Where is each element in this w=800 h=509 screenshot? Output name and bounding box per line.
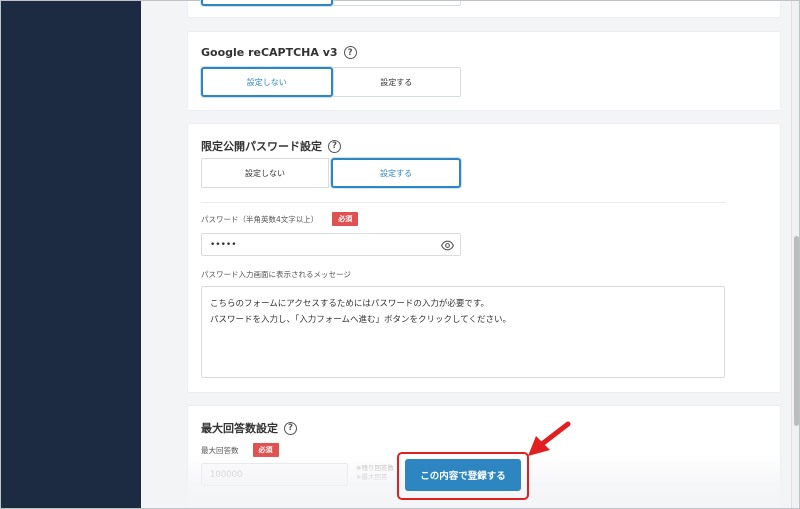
max-answers-label-row: 最大回答数 必須 [201,443,279,457]
message-label-row: パスワード入力画面に表示されるメッセージ [201,269,351,280]
max-answers-title: 最大回答数設定 [201,422,278,435]
remaining-note-line-2: ※最大回答 [356,473,388,481]
help-icon[interactable]: ? [328,139,341,153]
scrollbar-thumb[interactable] [794,236,799,426]
password-input[interactable]: ••••• [201,233,461,256]
help-icon[interactable]: ? [284,421,297,435]
message-label: パスワード入力画面に表示されるメッセージ [201,270,351,279]
max-answers-label: 最大回答数 [201,445,239,455]
message-line-2: パスワードを入力し、「入力フォームへ進む」ボタンをクリックしてください。 [210,315,511,325]
recaptcha-title: Google reCAPTCHA v3 [201,46,338,59]
main-content: Google reCAPTCHA v3 ? 設定しない 設定する 限定公開パスワ… [141,0,791,509]
password-label-row: パスワード（半角英数4文字以上） 必須 [201,212,359,226]
required-badge: 必須 [252,443,279,457]
remaining-note: ※残り回答数 ※最大回答 [356,464,394,482]
limited-password-title-row: 限定公開パスワード設定 ? [201,138,341,154]
recaptcha-segment-control: 設定しない 設定する [201,67,461,97]
eye-icon[interactable] [441,239,454,252]
recaptcha-option-on[interactable]: 設定する [332,67,461,97]
top-segment-option-right[interactable] [332,0,461,6]
remaining-note-line-1: ※残り回答数 [356,464,394,472]
max-answers-input[interactable]: 100000 [201,463,348,486]
message-textarea[interactable]: こちらのフォームにアクセスするためにはパスワードの入力が必要です。 パスワードを… [201,286,725,378]
top-partial-card [188,0,780,17]
limited-password-segment-control: 設定しない 設定する [201,158,461,188]
section-divider [201,202,726,203]
recaptcha-title-row: Google reCAPTCHA v3 ? [201,46,357,59]
message-line-1: こちらのフォームにアクセスするためにはパスワードの入力が必要です。 [210,299,489,309]
help-icon[interactable]: ? [343,46,357,59]
limited-password-title: 限定公開パスワード設定 [201,140,322,153]
limited-password-option-off[interactable]: 設定しない [201,158,329,188]
password-value: ••••• [210,239,237,250]
sidebar [0,0,141,509]
submit-button[interactable]: この内容で登録する [405,459,521,491]
recaptcha-option-off[interactable]: 設定しない [201,67,333,97]
top-segment-control [201,0,461,6]
password-label: パスワード（半角英数4文字以上） [201,214,319,224]
recaptcha-card: Google reCAPTCHA v3 ? 設定しない 設定する [188,32,780,110]
scrollbar[interactable] [791,0,800,509]
limited-password-card: 限定公開パスワード設定 ? 設定しない 設定する パスワード（半角英数4文字以上… [188,124,780,392]
limited-password-option-on[interactable]: 設定する [331,158,461,188]
top-segment-option-left[interactable] [201,0,333,6]
red-arrow-icon [528,421,571,456]
max-answers-title-row: 最大回答数設定 ? [201,420,297,436]
max-answers-value: 100000 [210,469,243,480]
required-badge: 必須 [332,212,359,226]
